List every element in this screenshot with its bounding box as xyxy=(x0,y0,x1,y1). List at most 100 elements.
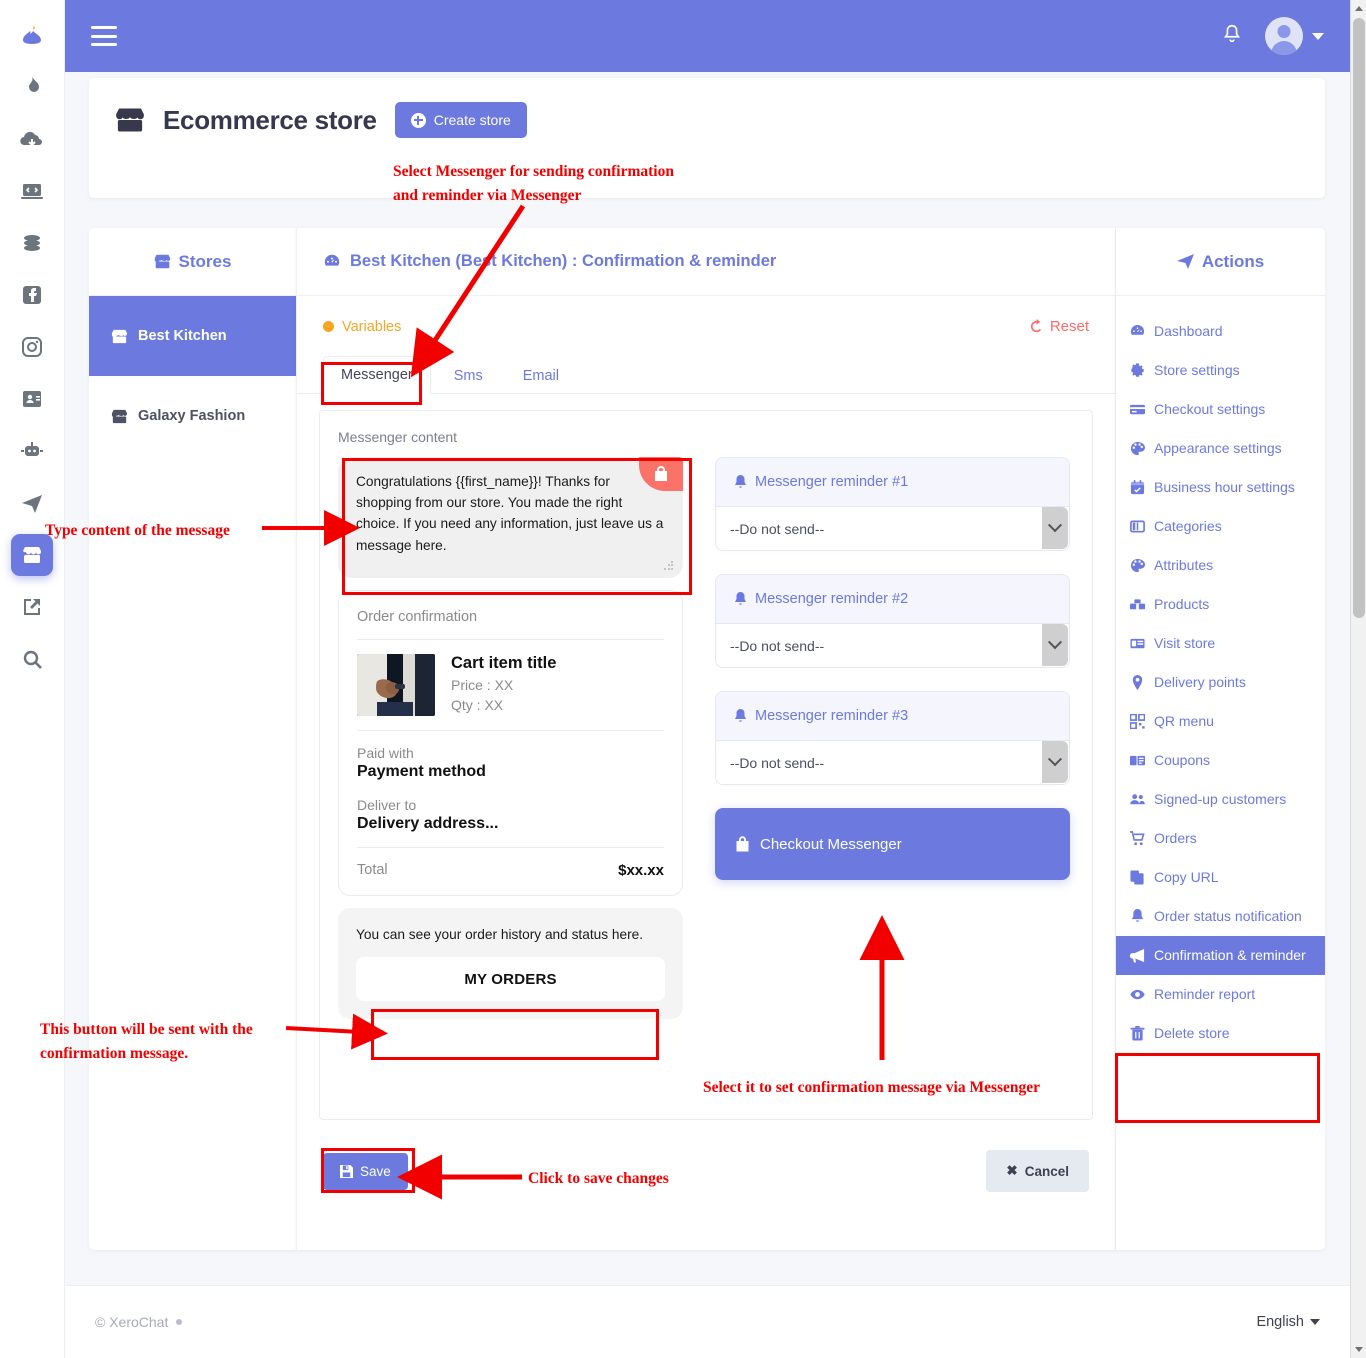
dashboard-icon xyxy=(1130,324,1145,335)
shopping-bag-icon xyxy=(736,836,749,852)
my-orders-card: You can see your order history and statu… xyxy=(338,907,683,1020)
notifications-bell-icon[interactable] xyxy=(1221,23,1243,50)
action-item-categories[interactable]: Categories xyxy=(1116,507,1325,546)
create-store-button[interactable]: Create store xyxy=(394,102,527,138)
stores-heading-label: Stores xyxy=(178,251,232,271)
action-item-attributes[interactable]: Attributes xyxy=(1116,546,1325,585)
message-textarea[interactable]: Congratulations {{first_name}}! Thanks f… xyxy=(338,457,683,578)
action-label: Products xyxy=(1154,596,1210,612)
tab-email[interactable]: Email xyxy=(506,358,576,394)
total-value: $xx.xx xyxy=(618,861,664,879)
message-bubble-wrap: Congratulations {{first_name}}! Thanks f… xyxy=(338,457,683,578)
card-icon xyxy=(1130,404,1145,415)
reminder-2-title: Messenger reminder #2 xyxy=(755,591,909,607)
paid-with-value: Payment method xyxy=(357,762,486,780)
bell-icon xyxy=(735,591,746,605)
instagram-icon[interactable] xyxy=(11,326,53,368)
store-item-galaxy-fashion[interactable]: Galaxy Fashion xyxy=(89,376,296,456)
action-item-visit-store[interactable]: Visit store xyxy=(1116,624,1325,663)
cloud-download-icon[interactable] xyxy=(11,118,53,160)
save-button[interactable]: Save xyxy=(323,1152,408,1190)
my-orders-button[interactable]: MY ORDERS xyxy=(356,957,665,1002)
action-item-order-status-notification[interactable]: Order status notification xyxy=(1116,897,1325,936)
bell-icon xyxy=(735,474,746,488)
action-item-appearance-settings[interactable]: Appearance settings xyxy=(1116,429,1325,468)
share-export-icon[interactable] xyxy=(11,586,53,628)
action-item-reminder-report[interactable]: Reminder report xyxy=(1116,975,1325,1014)
ecommerce-store-icon[interactable] xyxy=(11,534,53,576)
palette-icon xyxy=(1130,441,1145,456)
robot-icon[interactable] xyxy=(11,430,53,472)
action-label: Visit store xyxy=(1154,635,1216,651)
scrollbar-thumb[interactable] xyxy=(1353,18,1365,618)
action-item-confirmation-reminder[interactable]: Confirmation & reminder xyxy=(1116,936,1325,975)
action-label: Categories xyxy=(1154,518,1222,534)
action-item-delete-store[interactable]: Delete store xyxy=(1116,1014,1325,1053)
main-heading-label: Best Kitchen (Best Kitchen) : Confirmati… xyxy=(350,252,777,270)
action-item-store-settings[interactable]: Store settings xyxy=(1116,351,1325,390)
reminder-2-select[interactable]: --Do not send-- xyxy=(716,623,1069,667)
action-label: QR menu xyxy=(1154,713,1214,729)
app-logo-icon[interactable] xyxy=(11,14,53,56)
action-item-signed-up-customers[interactable]: Signed-up customers xyxy=(1116,780,1325,819)
language-selector[interactable]: English xyxy=(1256,1314,1320,1330)
scroll-up-icon[interactable] xyxy=(1351,0,1366,17)
reminder-3-select[interactable]: --Do not send-- xyxy=(716,740,1069,784)
reminder-1-heading: Messenger reminder #1 xyxy=(716,458,1069,506)
code-laptop-icon[interactable] xyxy=(11,170,53,212)
action-item-products[interactable]: Products xyxy=(1116,585,1325,624)
action-item-business-hour-settings[interactable]: Business hour settings xyxy=(1116,468,1325,507)
action-label: Delete store xyxy=(1154,1025,1230,1041)
telegram-send-icon[interactable] xyxy=(11,482,53,524)
receipt-line-item: Cart item title Price : XX Qty : XX xyxy=(357,640,664,731)
app-icon-rail xyxy=(0,0,65,1358)
checkout-messenger-button[interactable]: Checkout Messenger xyxy=(715,808,1070,880)
action-label: Business hour settings xyxy=(1154,479,1295,495)
qr-icon xyxy=(1130,714,1145,729)
cancel-label: Cancel xyxy=(1024,1163,1069,1179)
hamburger-menu-icon[interactable] xyxy=(91,26,117,46)
contact-card-icon[interactable] xyxy=(11,378,53,420)
fire-icon[interactable] xyxy=(11,66,53,108)
cancel-button[interactable]: ✖ Cancel xyxy=(986,1150,1089,1192)
action-label: Dashboard xyxy=(1154,323,1223,339)
action-item-copy-url[interactable]: Copy URL xyxy=(1116,858,1325,897)
action-item-checkout-settings[interactable]: Checkout settings xyxy=(1116,390,1325,429)
copyright-label: © XeroChat xyxy=(95,1314,169,1330)
facebook-icon[interactable] xyxy=(11,274,53,316)
action-item-orders[interactable]: Orders xyxy=(1116,819,1325,858)
store-item-best-kitchen[interactable]: Best Kitchen xyxy=(89,296,296,376)
cart-item-title: Cart item title xyxy=(451,653,557,672)
action-item-delivery-points[interactable]: Delivery points xyxy=(1116,663,1325,702)
message-preview-column: Congratulations {{first_name}}! Thanks f… xyxy=(338,457,683,1020)
account-menu[interactable] xyxy=(1265,17,1324,55)
action-label: Coupons xyxy=(1154,752,1211,768)
tab-sms[interactable]: Sms xyxy=(437,358,500,394)
reminder-1-select[interactable]: --Do not send-- xyxy=(716,506,1069,550)
coins-icon[interactable] xyxy=(11,222,53,264)
browser-scrollbar[interactable] xyxy=(1350,0,1366,1358)
cart-item-qty: Qty : XX xyxy=(451,696,504,713)
save-icon xyxy=(340,1164,353,1178)
messenger-reminder-1: Messenger reminder #1 --Do not send-- xyxy=(715,457,1070,551)
page-container: Ecommerce store Create store Stores Best… xyxy=(65,0,1350,1358)
scroll-down-icon[interactable] xyxy=(1351,1341,1366,1358)
action-item-coupons[interactable]: Coupons xyxy=(1116,741,1325,780)
reset-button[interactable]: Reset xyxy=(1029,318,1089,335)
bell-icon xyxy=(735,708,746,722)
action-item-dashboard[interactable]: Dashboard xyxy=(1116,312,1325,351)
undo-icon xyxy=(1030,319,1041,333)
search-icon[interactable] xyxy=(11,638,53,680)
action-label: Delivery points xyxy=(1154,674,1246,690)
store-item-label: Galaxy Fashion xyxy=(138,408,246,424)
paper-plane-icon xyxy=(1176,254,1194,269)
map-pin-icon xyxy=(1132,675,1143,690)
variables-link[interactable]: Variables xyxy=(323,319,401,335)
action-item-qr-menu[interactable]: QR menu xyxy=(1116,702,1325,741)
eye-icon xyxy=(1130,989,1145,1000)
reminders-column: Messenger reminder #1 --Do not send-- Me… xyxy=(715,457,1070,1019)
page-footer: © XeroChat English xyxy=(65,1285,1350,1358)
trash-icon xyxy=(1130,1026,1145,1041)
tab-messenger[interactable]: Messenger xyxy=(323,356,431,394)
resize-grip-icon[interactable] xyxy=(664,560,674,571)
